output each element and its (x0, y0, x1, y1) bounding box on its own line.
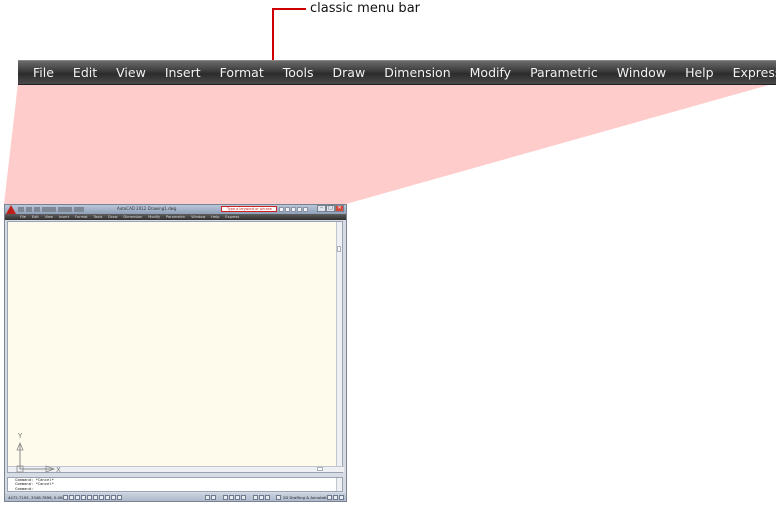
plot-icon[interactable] (74, 207, 84, 212)
maximize-button[interactable]: □ (326, 205, 335, 212)
vertical-scrollbar[interactable] (336, 222, 342, 468)
lock-icon[interactable] (327, 494, 332, 500)
isolate-objects-icon[interactable] (333, 494, 338, 500)
menu-item-format[interactable]: Format (220, 65, 264, 80)
menu-item-format[interactable]: Format (75, 215, 88, 219)
subscription-icon[interactable] (285, 206, 290, 212)
menu-item-modify[interactable]: Modify (148, 215, 160, 219)
menu-item-tools[interactable]: Tools (283, 65, 314, 80)
new-icon[interactable] (18, 207, 24, 212)
close-button[interactable]: ✕ (335, 205, 344, 212)
open-icon[interactable] (26, 207, 32, 212)
undo-icon[interactable] (42, 207, 56, 212)
menu-item-file[interactable]: File (20, 215, 26, 219)
menu-item-file[interactable]: File (33, 65, 54, 80)
search-icon[interactable] (279, 206, 284, 212)
menu-item-draw[interactable]: Draw (333, 65, 366, 80)
scroll-thumb[interactable] (337, 246, 341, 252)
pan-icon[interactable] (223, 494, 228, 500)
coordinates-readout: 4472.7193, 3346.7896, 0.0000 (8, 494, 68, 500)
layout-icon[interactable] (211, 494, 216, 500)
ucs-y-label: Y (18, 432, 23, 440)
workspace-icon[interactable] (276, 494, 281, 500)
save-icon[interactable] (34, 207, 40, 212)
ducs-icon[interactable] (99, 494, 104, 500)
menu-item-edit[interactable]: Edit (73, 65, 97, 80)
menu-item-modify[interactable]: Modify (470, 65, 511, 80)
menu-item-edit[interactable]: Edit (32, 215, 39, 219)
minimize-button[interactable]: – (317, 205, 326, 212)
title-bar: AutoCAD 2012 Drawing1.dwg Type a keyword… (5, 205, 346, 214)
autoscale-icon[interactable] (265, 494, 270, 500)
menu-item-window[interactable]: Window (191, 215, 205, 219)
menu-item-parametric[interactable]: Parametric (530, 65, 598, 80)
classic-menu-bar-enlarged: File Edit View Insert Format Tools Draw … (18, 60, 776, 85)
redo-icon[interactable] (58, 207, 72, 212)
clean-screen-icon[interactable] (339, 494, 344, 500)
classic-menu-bar: File Edit View Insert Format Tools Draw … (5, 214, 346, 220)
autocad-logo-icon[interactable] (6, 205, 16, 214)
menu-item-insert[interactable]: Insert (59, 215, 69, 219)
favorites-icon[interactable] (297, 206, 302, 212)
help-icon[interactable] (303, 206, 308, 212)
command-scrollbar[interactable] (336, 478, 342, 491)
menu-item-parametric[interactable]: Parametric (166, 215, 185, 219)
transparency-icon[interactable] (117, 494, 122, 500)
zoom-icon[interactable] (229, 494, 234, 500)
communication-icon[interactable] (291, 206, 296, 212)
app-window: AutoCAD 2012 Drawing1.dwg Type a keyword… (4, 204, 347, 502)
grid-icon[interactable] (69, 494, 74, 500)
menu-item-insert[interactable]: Insert (165, 65, 201, 80)
callout-label: classic menu bar (310, 1, 420, 16)
menu-item-express[interactable]: Express (225, 215, 239, 219)
menu-item-help[interactable]: Help (211, 215, 219, 219)
menu-item-window[interactable]: Window (617, 65, 666, 80)
menu-item-help[interactable]: Help (685, 65, 714, 80)
menu-item-view[interactable]: View (116, 65, 146, 80)
menu-item-dimension[interactable]: Dimension (123, 215, 142, 219)
ucs-icon (16, 442, 56, 473)
ortho-icon[interactable] (75, 494, 80, 500)
app-title: AutoCAD 2012 Drawing1.dwg (117, 206, 177, 211)
annotation-visibility-icon[interactable] (259, 494, 264, 500)
command-prompt[interactable]: Command: (15, 486, 342, 491)
command-line[interactable]: Command: *Cancel* Command: *Cancel* Comm… (7, 477, 343, 492)
workspace-switcher[interactable]: 2D Drafting & Annotation (283, 495, 331, 500)
showmotion-icon[interactable] (241, 494, 246, 500)
menu-item-dimension[interactable]: Dimension (384, 65, 450, 80)
snap-mode-icon[interactable] (63, 494, 68, 500)
search-input[interactable]: Type a keyword or phrase (221, 206, 277, 212)
menu-item-tools[interactable]: Tools (93, 215, 102, 219)
steeringwheel-icon[interactable] (235, 494, 240, 500)
scroll-thumb[interactable] (317, 467, 323, 471)
drawing-canvas[interactable]: Y X (7, 221, 344, 474)
status-bar: 4472.7193, 3346.7896, 0.0000 2D Drafting… (5, 493, 346, 501)
dyn-icon[interactable] (105, 494, 110, 500)
callout-line (272, 8, 306, 10)
lineweight-icon[interactable] (111, 494, 116, 500)
polar-icon[interactable] (81, 494, 86, 500)
osnap-icon[interactable] (87, 494, 92, 500)
menu-item-draw[interactable]: Draw (108, 215, 117, 219)
otrack-icon[interactable] (93, 494, 98, 500)
menu-item-view[interactable]: View (45, 215, 54, 219)
annotation-scale-icon[interactable] (253, 494, 258, 500)
model-icon[interactable] (205, 494, 210, 500)
menu-item-express[interactable]: Express (733, 65, 776, 80)
